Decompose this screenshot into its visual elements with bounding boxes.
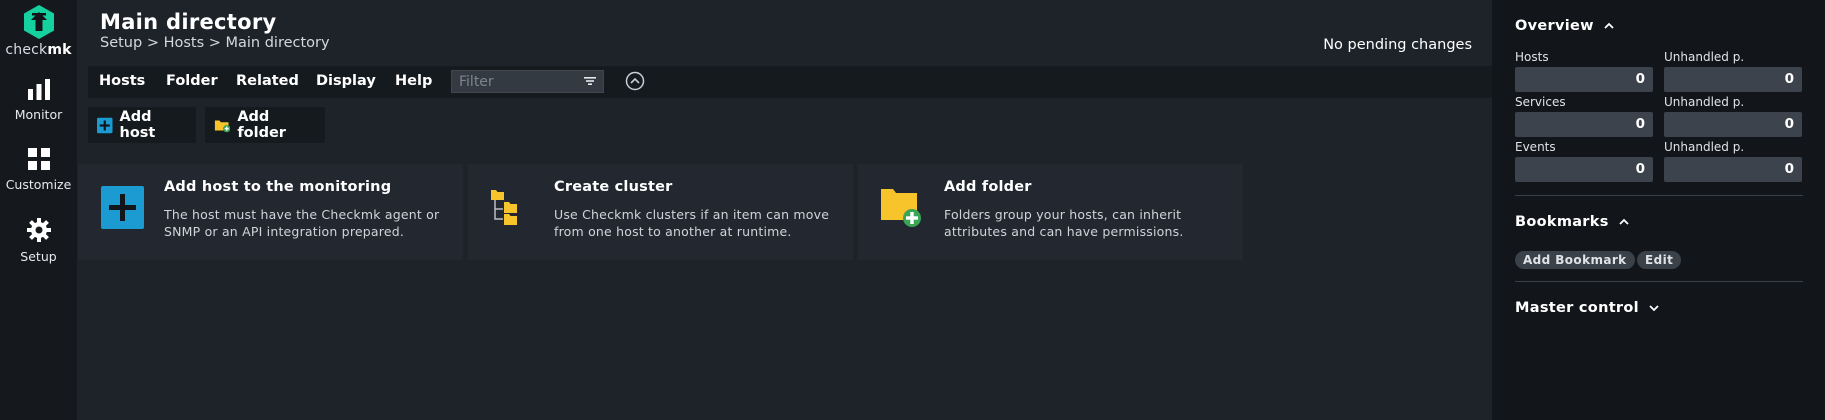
sidebar-divider [1515, 281, 1803, 282]
card-description: Folders group your hosts, can inherit at… [944, 207, 1184, 239]
overview-services-unhandled-value[interactable]: 0 [1664, 112, 1802, 137]
overview-services-label: Services [1515, 95, 1566, 109]
card-title: Add folder [944, 179, 1032, 195]
master-control-heading[interactable]: Master control [1515, 300, 1660, 316]
filter-icon[interactable] [583, 74, 597, 88]
nav-monitor-label: Monitor [14, 107, 63, 122]
breadcrumb[interactable]: Setup > Hosts > Main directory [100, 35, 330, 51]
nav-setup[interactable]: Setup [0, 217, 77, 264]
menu-help[interactable]: Help [395, 73, 432, 89]
sidebar-divider [1515, 195, 1803, 196]
overview-hosts-unhandled-label: Unhandled p. [1664, 50, 1745, 64]
menu-related[interactable]: Related [236, 73, 299, 89]
add-bookmark-button[interactable]: Add Bookmark [1515, 251, 1635, 269]
grid-icon [27, 148, 50, 170]
checkmk-logo[interactable]: checkmk [0, 4, 77, 58]
overview-hosts-unhandled-value[interactable]: 0 [1664, 67, 1802, 92]
nav-monitor[interactable]: Monitor [0, 79, 77, 122]
chevron-up-icon [1619, 218, 1629, 225]
overview-title: Overview [1515, 18, 1594, 34]
main-content: Main directory Setup > Hosts > Main dire… [77, 0, 1492, 420]
filter-input[interactable] [452, 71, 577, 93]
nav-customize-label: Customize [5, 177, 72, 192]
overview-events-unhandled-value[interactable]: 0 [1664, 157, 1802, 182]
card-create-cluster[interactable]: Create cluster Use Checkmk clusters if a… [468, 164, 853, 260]
card-description: The host must have the Checkmk agent or … [164, 207, 440, 239]
add-folder-button[interactable]: Add folder [205, 107, 325, 143]
card-title: Create cluster [554, 179, 673, 195]
add-host-button[interactable]: Add host [88, 107, 196, 143]
add-folder-icon [214, 120, 231, 133]
add-folder-label: Add folder [237, 109, 286, 141]
add-folder-icon [881, 189, 921, 227]
overview-events-unhandled-label: Unhandled p. [1664, 140, 1745, 154]
collapse-menu-icon[interactable] [625, 71, 645, 91]
edit-bookmarks-button[interactable]: Edit [1637, 251, 1682, 269]
nav-setup-label: Setup [20, 249, 57, 264]
bookmarks-title: Bookmarks [1515, 214, 1609, 230]
menu-display[interactable]: Display [316, 73, 376, 89]
overview-hosts-label: Hosts [1515, 50, 1549, 64]
overview-hosts-value[interactable]: 0 [1515, 67, 1653, 92]
bar-chart-icon [27, 79, 50, 100]
card-add-folder[interactable]: Add folder Folders group your hosts, can… [858, 164, 1243, 260]
filter-box [451, 70, 604, 93]
overview-services-unhandled-label: Unhandled p. [1664, 95, 1745, 109]
right-sidebar: Overview Hosts Unhandled p. 0 0 Services… [1492, 0, 1825, 420]
menu-folder[interactable]: Folder [166, 73, 218, 89]
card-title: Add host to the monitoring [164, 179, 392, 195]
overview-events-value[interactable]: 0 [1515, 157, 1653, 182]
overview-heading[interactable]: Overview [1515, 18, 1615, 34]
master-control-title: Master control [1515, 300, 1639, 316]
add-host-icon [97, 117, 113, 133]
bookmarks-heading[interactable]: Bookmarks [1515, 214, 1630, 230]
logo-wordmark: checkmk [5, 42, 72, 58]
nav-customize[interactable]: Customize [0, 147, 77, 192]
left-navigation: checkmk Monitor Customize Setup [0, 0, 77, 420]
chevron-up-icon [1604, 22, 1614, 29]
menu-bar: Hosts Folder Related Display Help [88, 66, 1492, 98]
overview-events-label: Events [1515, 140, 1556, 154]
page-title: Main directory [100, 10, 277, 34]
menu-hosts[interactable]: Hosts [99, 73, 145, 89]
overview-services-value[interactable]: 0 [1515, 112, 1653, 137]
card-description: Use Checkmk clusters if an item can move… [554, 207, 830, 239]
add-host-label: Add host [119, 109, 156, 141]
chevron-down-icon [1649, 305, 1659, 312]
gear-icon [26, 218, 51, 242]
cluster-icon [491, 190, 517, 225]
add-host-icon [101, 186, 144, 229]
checkmk-logo-icon [23, 5, 54, 39]
pending-changes-status[interactable]: No pending changes [1323, 37, 1472, 53]
card-add-host[interactable]: Add host to the monitoring The host must… [78, 164, 463, 260]
